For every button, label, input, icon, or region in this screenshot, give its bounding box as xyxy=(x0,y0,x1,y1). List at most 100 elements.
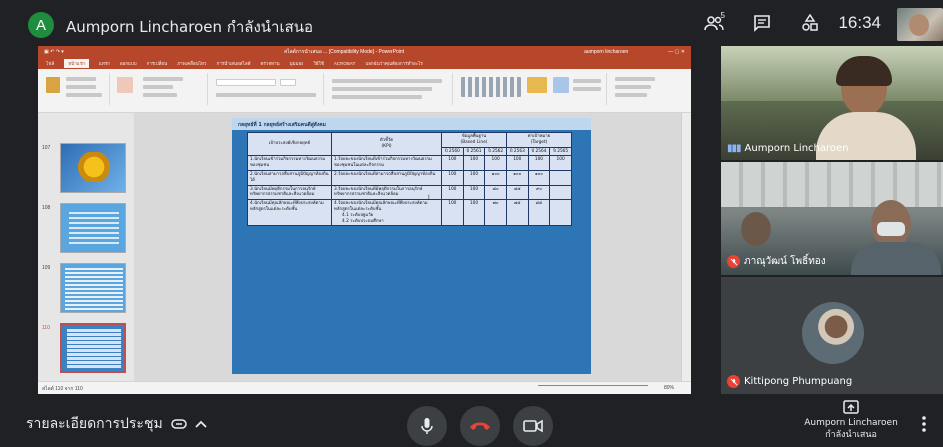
ppt-tab[interactable]: ภาพเคลื่อนไหว xyxy=(177,60,206,67)
kpi-table: เป้าประสงค์เชิงกลยุทธ์ ตัวชี้วัด (KPI) ข… xyxy=(247,131,573,227)
value-cell: 100 xyxy=(462,184,486,201)
current-slide: กลยุทธ์ที่ 1 กลยุทธ์สร้างเสริมคนดีสู่สัง… xyxy=(232,118,591,374)
ppt-tab[interactable]: ตรวจทาน xyxy=(261,60,280,67)
people-button[interactable]: 5 xyxy=(690,0,738,46)
value-cell: ๗๕ xyxy=(505,199,529,227)
col-baseline: ข้อมูลพื้นฐาน (Based Line) xyxy=(441,132,507,148)
col-indicator: ตัวชี้วัด (KPI) xyxy=(331,131,442,157)
ppt-ribbon-tabs: ไฟล์ หน้าแรก แทรก ออกแบบ การเปลี่ยน ภาพเคลื่อ… xyxy=(38,58,691,69)
ppt-tab[interactable]: การเปลี่ยน xyxy=(147,60,168,67)
value-cell: ๘๕ xyxy=(505,184,529,201)
activities-button[interactable] xyxy=(786,0,834,46)
ppt-tab[interactable]: แทรก xyxy=(99,60,110,67)
bottom-bar: รายละเอียดการประชุม Aumporn Lincharoen ก… xyxy=(0,394,943,447)
clock: 16:34 xyxy=(838,13,881,32)
more-options-button[interactable] xyxy=(922,416,926,437)
hang-up-icon xyxy=(470,422,490,430)
slide-thumbnail-110[interactable] xyxy=(60,323,126,373)
objective-cell: 3.นักเรียนมีพฤติกรรมในการอนุรักษ์ทรัพยาก… xyxy=(247,184,332,201)
value-cell: 100 xyxy=(527,155,551,171)
link-icon xyxy=(170,419,187,429)
slide-thumbnail-107[interactable] xyxy=(60,143,126,193)
chat-button[interactable] xyxy=(738,0,786,46)
slide-canvas: กลยุทธ์ที่ 1 กลยุทธ์สร้างเสริมคนดีสู่สัง… xyxy=(134,113,681,381)
slide-number: 110 xyxy=(42,325,50,331)
ribbon-group-drawing xyxy=(457,73,607,105)
table-row: 1.นักเรียนเข้าร่วมกิจกรรมทางวัฒนธรรมของช… xyxy=(247,155,572,171)
presenter-status: กำลังนำเสนอ xyxy=(825,430,877,441)
ppt-tab[interactable]: ออกแบบ xyxy=(120,60,137,67)
col-target-sub: (Target) xyxy=(530,139,548,145)
present-screen-icon xyxy=(843,400,859,414)
value-cell: ๑๐๐ xyxy=(484,169,507,186)
col-baseline-sub: (Based Line) xyxy=(460,139,488,145)
participant-avatar xyxy=(802,302,864,364)
ppt-ribbon xyxy=(38,69,691,113)
objective-cell: 1.นักเรียนเข้าร่วมกิจกรรมทางวัฒนธรรมของช… xyxy=(247,155,332,171)
presenter-avatar: A xyxy=(28,12,54,38)
value-cell: ๑๐๐ xyxy=(505,169,529,186)
presenting-status[interactable]: Aumporn Lincharoen กำลังนำเสนอ xyxy=(800,400,902,441)
participant-tile[interactable]: ▮▮▮ Aumporn Lincharoen xyxy=(721,46,943,160)
presenter-name: Aumporn Lincharoen xyxy=(804,418,898,428)
participant-name: Kittipong Phumpuang xyxy=(727,375,852,388)
slide-thumbnail-108[interactable] xyxy=(60,203,126,253)
participant-name: ภาณุวัฒน์ โพธิ์ทอง xyxy=(727,254,826,269)
camera-icon xyxy=(523,419,543,433)
mic-off-icon xyxy=(727,255,740,268)
mic-off-icon xyxy=(727,375,740,388)
top-bar: A Aumporn Lincharoen กำลังนำเสนอ 5 16:34 xyxy=(0,0,943,46)
microphone-button[interactable] xyxy=(407,406,447,446)
value-cell: 100 xyxy=(441,184,464,201)
meeting-details-label: รายละเอียดการประชุม xyxy=(26,416,163,432)
slide-counter: สไลด์ 110 จาก 110 xyxy=(42,386,83,392)
meeting-details-button[interactable]: รายละเอียดการประชุม xyxy=(26,413,207,435)
table-row: 4.นักเรียนมีคุณลักษณะที่พึงประสงค์ตามหลั… xyxy=(247,199,572,227)
people-count: 5 xyxy=(720,11,725,20)
value-cell: 100 xyxy=(462,169,486,186)
participant-tile[interactable]: Kittipong Phumpuang xyxy=(721,277,943,394)
chevron-up-icon xyxy=(195,420,207,428)
ppt-tab[interactable]: การนำเสนอสไลด์ xyxy=(216,60,250,67)
chat-icon xyxy=(754,15,771,32)
kpi-table-body: 1.นักเรียนเข้าร่วมกิจกรรมทางวัฒนธรรมของช… xyxy=(247,155,572,227)
value-cell: ๘๕ xyxy=(527,199,551,227)
value-cell xyxy=(549,169,572,186)
ppt-tab[interactable]: บอกฉันว่าคุณต้องการทำอะไร xyxy=(365,60,422,67)
ppt-window-controls: — ▢ ✕ xyxy=(668,49,685,55)
zoom-slider[interactable] xyxy=(538,385,648,389)
participant-name: ▮▮▮ Aumporn Lincharoen xyxy=(727,143,849,154)
slide-number: 109 xyxy=(42,265,51,271)
camera-button[interactable] xyxy=(513,406,553,446)
ppt-tab[interactable]: หน้าแรก xyxy=(64,59,89,68)
ppt-tab[interactable]: มุมมอง xyxy=(290,60,304,67)
ppt-quick-access: ▣ ↶ ↷ ▾ xyxy=(44,49,64,55)
shapes-icon xyxy=(802,14,819,31)
slide-scrollbar[interactable] xyxy=(681,113,691,381)
ribbon-group-paragraph xyxy=(328,73,453,105)
slide-thumbnail-pane: 107 108 109 110 xyxy=(38,113,134,381)
top-icons: 5 16:34 xyxy=(690,0,889,46)
zoom-level: 80% xyxy=(664,385,675,391)
ppt-tab[interactable]: วิธีใช้ xyxy=(313,60,324,67)
col-objective: เป้าประสงค์เชิงกลยุทธ์ xyxy=(247,131,332,157)
ribbon-group-slides xyxy=(113,73,208,105)
ppt-user: aumporn lincharoen xyxy=(584,49,629,55)
indicator-cell: 1.ร้อยละของนักเรียนที่เข้าร่วมกิจกรรมทาง… xyxy=(331,155,442,171)
self-view-thumbnail[interactable] xyxy=(897,8,943,41)
more-vert-icon xyxy=(922,416,926,432)
value-cell: 100 xyxy=(441,155,464,171)
ppt-tab[interactable]: ไฟล์ xyxy=(46,60,54,67)
value-cell: 100 xyxy=(484,155,507,171)
value-cell: 100 xyxy=(505,155,529,171)
indicator-cell: 2.ร้อยละของนักเรียนที่สามารถสืบสานภูมิปั… xyxy=(331,169,442,186)
col-indicator-sub: (KPI) xyxy=(381,144,392,150)
slide-thumbnail-109[interactable] xyxy=(60,263,126,313)
indicator-text: 2.ร้อยละของนักเรียนที่สามารถสืบสานภูมิปั… xyxy=(334,171,436,177)
leave-call-button[interactable] xyxy=(460,406,500,446)
ppt-tab[interactable]: ACROBAT xyxy=(334,61,355,66)
value-cell: ๗๐ xyxy=(484,199,507,227)
value-cell: 100 xyxy=(462,155,486,171)
speaking-indicator-icon: ▮▮▮ xyxy=(727,143,741,154)
participant-tile[interactable]: ภาณุวัฒน์ โพธิ์ทอง xyxy=(721,162,943,275)
